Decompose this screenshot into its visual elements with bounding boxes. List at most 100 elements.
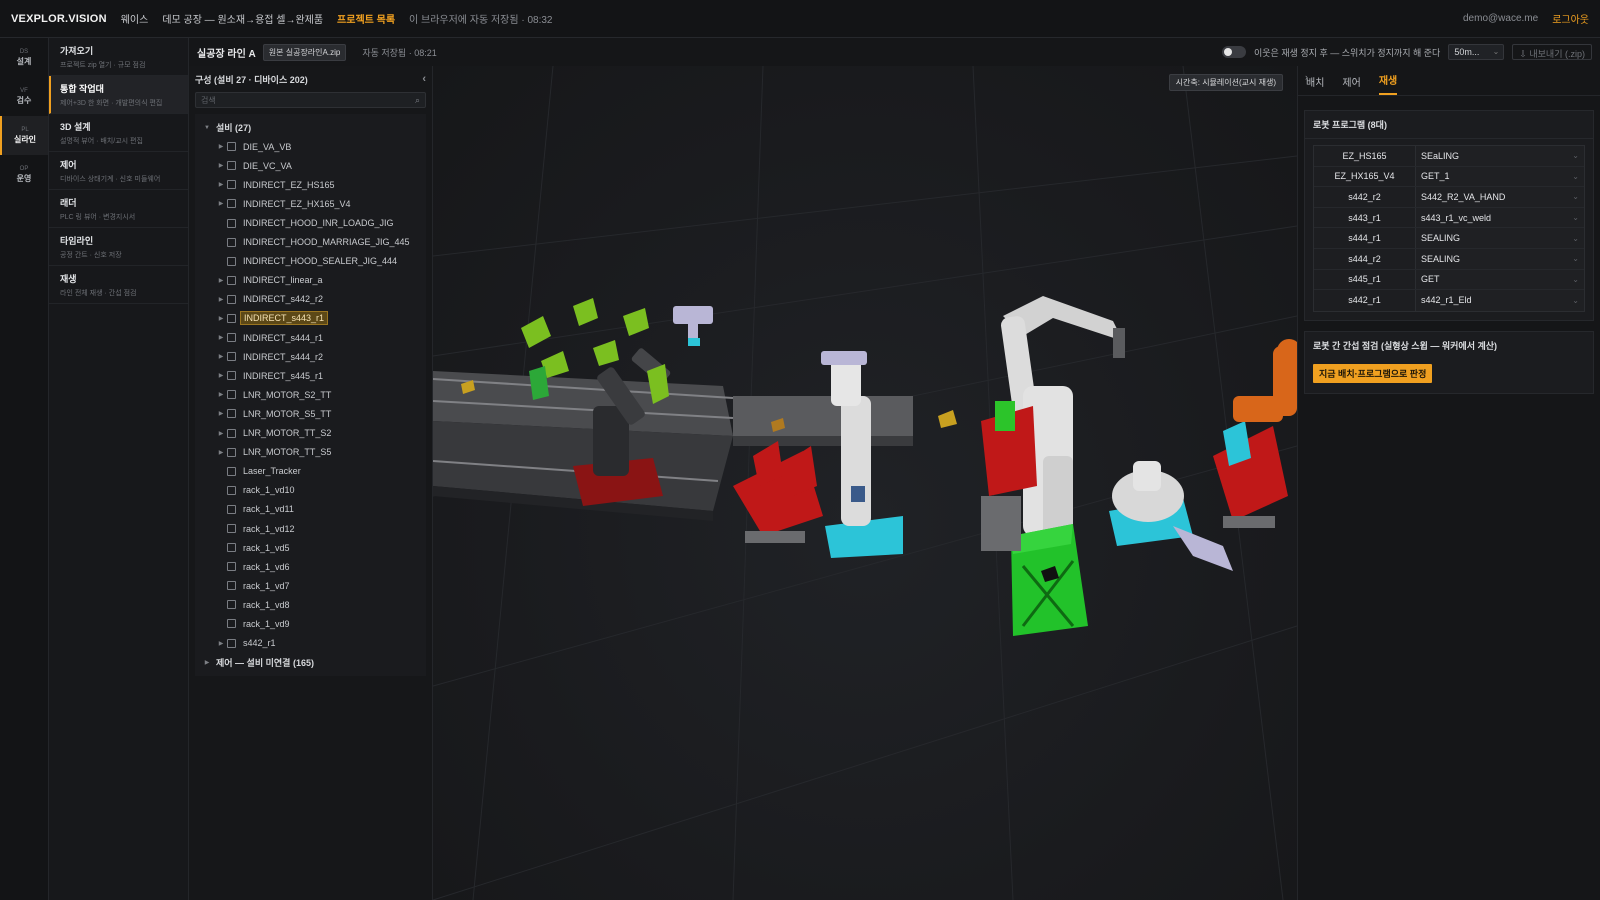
- tree-item[interactable]: rack_1_vd8: [195, 595, 426, 614]
- expand-right-icon[interactable]: ▶: [215, 200, 227, 207]
- tree-item[interactable]: ▶ INDIRECT_s444_r1: [195, 328, 426, 347]
- program-select[interactable]: SEALING ⌄: [1416, 248, 1584, 269]
- expand-right-icon[interactable]: ▶: [215, 640, 227, 647]
- tree-item[interactable]: rack_1_vd7: [195, 576, 426, 595]
- tree-item[interactable]: ▶ LNR_MOTOR_S2_TT: [195, 385, 426, 404]
- project-list-link[interactable]: 프로젝트 목록: [337, 11, 395, 26]
- expand-right-icon[interactable]: ▶: [215, 162, 227, 169]
- tree-item[interactable]: ▶ s442_r1: [195, 634, 426, 653]
- expand-right-icon[interactable]: ▶: [215, 181, 227, 188]
- tree-item[interactable]: ▶ INDIRECT_s442_r2: [195, 290, 426, 309]
- neighbor-toggle[interactable]: [1222, 46, 1246, 58]
- expand-right-icon[interactable]: ▶: [215, 334, 227, 341]
- mode-ladder[interactable]: 래더 PLC 링 뷰어 · 변경지시서: [49, 190, 188, 228]
- tree-item[interactable]: ▶ INDIRECT_linear_a: [195, 271, 426, 290]
- robot-name: EZ_HS165: [1314, 146, 1416, 166]
- time-axis-badge[interactable]: 시간축: 시뮬레이션(교시 재생): [1168, 74, 1283, 91]
- tree-item[interactable]: rack_1_vd6: [195, 557, 426, 576]
- brand-logo[interactable]: VEXPLOR.VISION: [11, 13, 107, 25]
- collapse-panel-icon[interactable]: ‹: [422, 73, 426, 85]
- tree-item[interactable]: rack_1_vd9: [195, 614, 426, 633]
- tree-item[interactable]: INDIRECT_HOOD_INR_LOADG_JIG: [195, 213, 426, 232]
- program-value: GET_1: [1421, 171, 1450, 182]
- expand-right-icon[interactable]: ▶: [215, 449, 227, 456]
- tree-item[interactable]: ▶ LNR_MOTOR_S5_TT: [195, 404, 426, 423]
- robot-name: s442_r1: [1314, 290, 1416, 311]
- tree-item[interactable]: rack_1_vd5: [195, 538, 426, 557]
- export-zip-button[interactable]: ⇩ 내보내기 (.zip): [1512, 44, 1592, 60]
- device-icon: [227, 161, 236, 171]
- mode-workbench[interactable]: 통합 작업대 제어+3D 한 화면 · 개발편의식 편집: [49, 76, 188, 114]
- 3d-viewport[interactable]: 시간축: 시뮬레이션(교시 재생): [433, 66, 1297, 900]
- breadcrumb-project[interactable]: 데모 공장 — 원소재→용접 셀→완제품: [162, 11, 323, 26]
- structure-tree-panel: 구성 (설비 27 · 디바이스 202) ‹ 검색 ⌕ ▼ 설비 (27) ▶…: [189, 66, 433, 900]
- expand-right-icon[interactable]: ▶: [215, 296, 227, 303]
- expand-right-icon[interactable]: ▶: [201, 659, 213, 666]
- chevron-down-icon: ⌄: [1572, 151, 1579, 161]
- mode-3d-design[interactable]: 3D 설계 설명적 뷰어 · 배치/교시 편집: [49, 114, 188, 152]
- tree-search-input[interactable]: 검색 ⌕: [195, 92, 426, 108]
- tree-item[interactable]: ▶ INDIRECT_EZ_HS165: [195, 175, 426, 194]
- tree-item[interactable]: ▶ INDIRECT_EZ_HX165_V4: [195, 194, 426, 213]
- expand-right-icon[interactable]: ▶: [215, 143, 227, 150]
- tree-item[interactable]: INDIRECT_HOOD_SEALER_JIG_444: [195, 252, 426, 271]
- mode-title: 제어: [60, 160, 77, 170]
- tree-item-label: INDIRECT_EZ_HS165: [243, 179, 335, 190]
- device-icon: [227, 390, 236, 400]
- rail-item-operate[interactable]: OP 운영: [0, 155, 48, 194]
- expand-right-icon[interactable]: ▶: [215, 315, 227, 322]
- device-icon: [227, 619, 236, 629]
- tree-item[interactable]: ▶ LNR_MOTOR_TT_S5: [195, 443, 426, 462]
- rail-item-design[interactable]: DS 설계: [0, 38, 48, 77]
- tree-item[interactable]: rack_1_vd10: [195, 481, 426, 500]
- tab-control[interactable]: 제어: [1342, 74, 1360, 95]
- tree-item[interactable]: ▶ INDIRECT_s443_r1: [195, 309, 426, 328]
- expand-right-icon[interactable]: ▶: [215, 277, 227, 284]
- program-select[interactable]: SEaLING ⌄: [1416, 146, 1584, 166]
- tree-item[interactable]: rack_1_vd12: [195, 519, 426, 538]
- expand-right-icon[interactable]: ▶: [215, 430, 227, 437]
- program-select[interactable]: S442_R2_VA_HAND ⌄: [1416, 187, 1584, 207]
- expand-panel-icon[interactable]: ›: [1305, 72, 1308, 82]
- tree-item[interactable]: rack_1_vd11: [195, 500, 426, 519]
- tree-item[interactable]: ▶ DIE_VA_VB: [195, 137, 426, 156]
- tree-item[interactable]: ▶ DIE_VC_VA: [195, 156, 426, 175]
- tab-playback[interactable]: 재생: [1378, 72, 1398, 95]
- judge-button[interactable]: 지금 배치·프로그램으로 판정: [1313, 363, 1433, 383]
- program-select[interactable]: s443_r1_vc_weld ⌄: [1416, 207, 1584, 228]
- tree-item[interactable]: Laser_Tracker: [195, 462, 426, 481]
- mode-title: 3D 설계: [60, 122, 91, 132]
- device-icon: [227, 352, 236, 362]
- tree-root-equipment[interactable]: ▼ 설비 (27): [195, 118, 426, 137]
- expand-right-icon[interactable]: ▶: [215, 372, 227, 379]
- expand-right-icon[interactable]: ▶: [215, 353, 227, 360]
- expand-down-icon[interactable]: ▼: [201, 125, 213, 131]
- tab-layout[interactable]: 배치: [1306, 74, 1324, 95]
- rail-item-verify[interactable]: VF 검수: [0, 77, 48, 116]
- expand-right-icon[interactable]: ▶: [215, 391, 227, 398]
- logout-link[interactable]: 로그아웃: [1552, 11, 1589, 26]
- fixture-red-right: [1213, 421, 1288, 528]
- tree-item[interactable]: ▶ INDIRECT_s445_r1: [195, 366, 426, 385]
- rail-item-real-line[interactable]: PL 실라인: [0, 116, 48, 155]
- program-select[interactable]: GET_1 ⌄: [1416, 166, 1584, 187]
- speed-select[interactable]: 50m... ⌄: [1448, 44, 1505, 60]
- robot-white-cyan: [821, 351, 903, 558]
- breadcrumb-company[interactable]: 웨이스: [121, 11, 149, 26]
- tree-item[interactable]: ▶ LNR_MOTOR_TT_S2: [195, 424, 426, 443]
- tree-root-unlinked-control[interactable]: ▶ 제어 — 설비 미연결 (165): [195, 653, 426, 672]
- expand-right-icon[interactable]: ▶: [215, 410, 227, 417]
- program-row: s444_r1 SEALING ⌄: [1314, 228, 1584, 249]
- top-bar: VEXPLOR.VISION 웨이스 데모 공장 — 원소재→용접 셀→완제품 …: [0, 0, 1600, 38]
- tree-item[interactable]: ▶ INDIRECT_s444_r2: [195, 347, 426, 366]
- mode-playback[interactable]: 재생 라인 전체 재생 · 간섭 점검: [49, 266, 188, 304]
- mode-timeline[interactable]: 타임라인 공정 간트 · 신호 저장: [49, 228, 188, 266]
- program-select[interactable]: s442_r1_Eld ⌄: [1416, 290, 1584, 311]
- program-select[interactable]: GET ⌄: [1416, 269, 1584, 290]
- tree-item[interactable]: INDIRECT_HOOD_MARRIAGE_JIG_445: [195, 233, 426, 252]
- program-select[interactable]: SEALING ⌄: [1416, 228, 1584, 248]
- program-row: s445_r1 GET ⌄: [1314, 269, 1584, 291]
- chevron-down-icon: ⌄: [1572, 213, 1579, 223]
- mode-control[interactable]: 제어 디바이스 상태기계 · 신호 미들웨어: [49, 152, 188, 190]
- mode-import[interactable]: 가져오기 프로젝트 zip 열기 · 규모 점검: [49, 38, 188, 76]
